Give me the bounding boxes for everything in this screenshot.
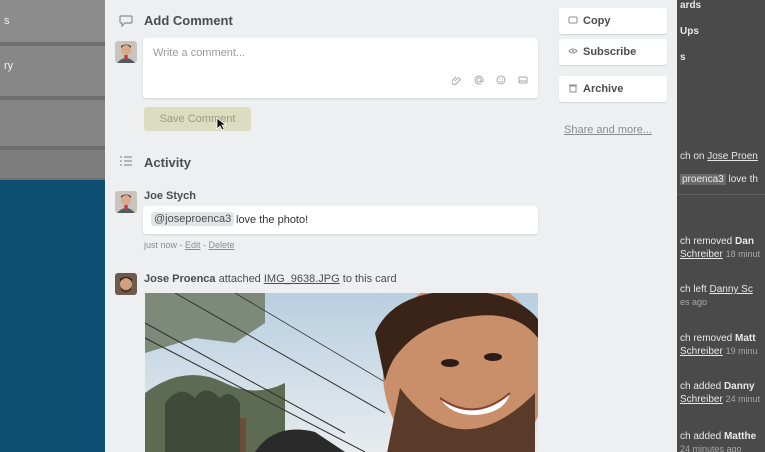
activity-entry: ch added Danny	[680, 381, 755, 392]
board-background	[0, 180, 105, 452]
comment-author[interactable]: Joe Stych	[144, 190, 196, 202]
background-activity-sidebar: ards Ups s ch on Jose Proen proenca3 lov…	[677, 0, 765, 452]
activity-entry: ch on Jose Proen	[680, 151, 758, 162]
mention-tag[interactable]: @joseproenca3	[151, 212, 235, 226]
mouse-cursor-icon	[216, 117, 226, 131]
board-card[interactable]	[0, 150, 105, 178]
activity-entry-line2: Schreiber 18 minut	[680, 249, 761, 260]
activity-entry: ch left Danny Sc	[680, 284, 753, 295]
board-card[interactable]	[0, 100, 105, 146]
archive-label: Archive	[583, 83, 624, 95]
comment-icon	[119, 13, 133, 28]
comment-timestamp: just now	[144, 240, 178, 250]
comment-bubble: @joseproenca3 love the photo!	[143, 206, 538, 234]
subscribe-label: Subscribe	[583, 46, 637, 58]
share-and-more-link[interactable]: Share and more...	[564, 124, 652, 136]
activity-list-icon	[119, 154, 133, 168]
add-comment-heading: Add Comment	[144, 13, 233, 28]
emoji-icon[interactable]	[496, 75, 506, 88]
copy-icon	[568, 15, 578, 28]
board-card-label: s	[4, 15, 10, 27]
menu-item[interactable]: ards	[680, 0, 701, 11]
activity-entry: ch added Matthe	[680, 431, 757, 442]
avatar[interactable]	[115, 41, 137, 63]
board-card[interactable]: s	[0, 0, 105, 42]
eye-icon	[568, 46, 578, 59]
comment-placeholder: Write a comment...	[153, 47, 246, 59]
attachment-preview-image[interactable]	[145, 293, 538, 452]
activity-entry: ch removed Dan	[680, 236, 754, 247]
menu-item[interactable]: Ups	[680, 26, 699, 37]
attachment-file-link[interactable]: IMG_9638.JPG	[264, 273, 340, 285]
save-comment-button[interactable]: Save Comment	[144, 107, 251, 131]
comment-input[interactable]: Write a comment...	[143, 38, 538, 98]
card-detail-modal: Add Comment Write a comment... Save Comm…	[105, 0, 677, 452]
divider	[677, 194, 765, 195]
attachment-icon[interactable]	[451, 75, 462, 88]
subscribe-button[interactable]: Subscribe	[559, 39, 667, 65]
copy-label: Copy	[583, 15, 611, 27]
avatar[interactable]	[115, 191, 137, 213]
activity-entry: proenca3 love th	[680, 174, 758, 185]
activity-heading: Activity	[144, 155, 191, 170]
archive-button[interactable]: Archive	[559, 76, 667, 102]
card-icon[interactable]	[518, 75, 528, 88]
activity-entry: ch removed Matt	[680, 333, 756, 344]
archive-icon	[568, 83, 578, 96]
menu-item[interactable]: s	[680, 52, 686, 63]
avatar[interactable]	[115, 273, 137, 295]
board-card-label: ry	[4, 60, 14, 72]
comment-meta: just now - Edit - Delete	[144, 240, 235, 250]
edit-link[interactable]: Edit	[185, 240, 201, 250]
board-card[interactable]: ry	[0, 46, 105, 96]
mention-icon[interactable]	[474, 75, 484, 88]
activity-entry-line2: Schreiber 19 minu	[680, 346, 758, 357]
activity-entry-meta: es ago	[680, 297, 708, 307]
attachment-author[interactable]: Jose Proenca	[144, 273, 216, 285]
attachment-activity: Jose Proenca attached IMG_9638.JPG to th…	[144, 273, 397, 285]
background-board-left: s ry	[0, 0, 105, 452]
comment-text: love the photo!	[236, 214, 309, 226]
delete-link[interactable]: Delete	[209, 240, 235, 250]
copy-button[interactable]: Copy	[559, 8, 667, 34]
activity-entry-line2: Schreiber 24 minut	[680, 394, 761, 405]
activity-entry-meta: 24 minutes ago	[680, 444, 742, 452]
